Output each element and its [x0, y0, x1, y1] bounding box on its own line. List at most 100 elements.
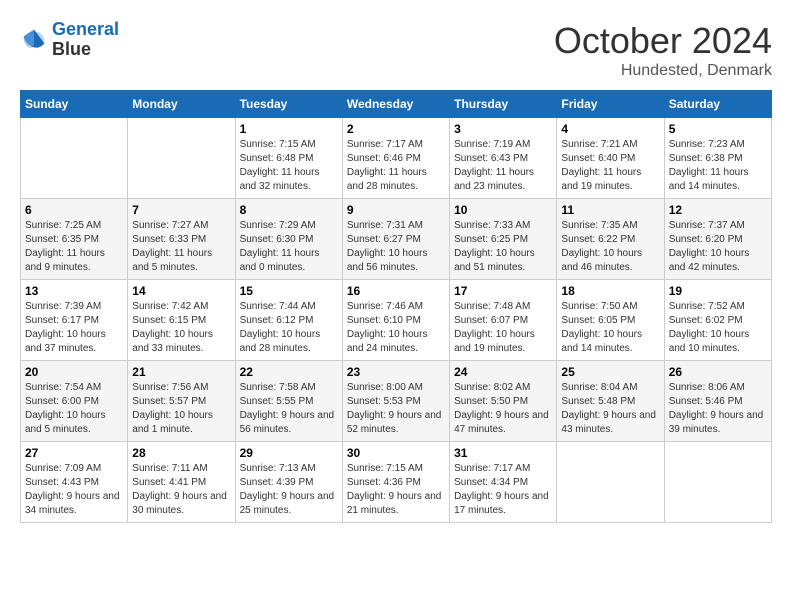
calendar-cell: 22 Sunrise: 7:58 AM Sunset: 5:55 PM Dayli…: [235, 361, 342, 442]
calendar-cell: 11 Sunrise: 7:35 AM Sunset: 6:22 PM Dayli…: [557, 199, 664, 280]
day-info: Sunrise: 7:58 AM Sunset: 5:55 PM Dayligh…: [240, 381, 338, 437]
calendar-cell: 28 Sunrise: 7:11 AM Sunset: 4:41 PM Dayli…: [128, 442, 235, 523]
page-header: General Blue October 2024 Hundested, Den…: [20, 20, 772, 80]
day-number: 18: [561, 284, 659, 298]
calendar-cell: 20 Sunrise: 7:54 AM Sunset: 6:00 PM Dayli…: [21, 361, 128, 442]
day-info: Sunrise: 7:48 AM Sunset: 6:07 PM Dayligh…: [454, 300, 552, 356]
day-number: 16: [347, 284, 445, 298]
day-info: Sunrise: 7:11 AM Sunset: 4:41 PM Dayligh…: [132, 462, 230, 518]
calendar-cell: 4 Sunrise: 7:21 AM Sunset: 6:40 PM Daylig…: [557, 118, 664, 199]
calendar-cell: 9 Sunrise: 7:31 AM Sunset: 6:27 PM Daylig…: [342, 199, 449, 280]
day-info: Sunrise: 7:23 AM Sunset: 6:38 PM Dayligh…: [669, 138, 767, 194]
calendar-cell: 6Sunrise: 7:25 AM Sunset: 6:35 PM Daylig…: [21, 199, 128, 280]
day-info: Sunrise: 7:13 AM Sunset: 4:39 PM Dayligh…: [240, 462, 338, 518]
calendar-cell: [21, 118, 128, 199]
logo: General Blue: [20, 20, 119, 60]
day-number: 3: [454, 122, 552, 136]
month-title: October 2024: [554, 20, 772, 62]
calendar-cell: 30Sunrise: 7:15 AM Sunset: 4:36 PM Dayli…: [342, 442, 449, 523]
day-info: Sunrise: 7:09 AM Sunset: 4:43 PM Dayligh…: [25, 462, 123, 518]
day-number: 14: [132, 284, 230, 298]
calendar-cell: 10 Sunrise: 7:33 AM Sunset: 6:25 PM Dayli…: [450, 199, 557, 280]
day-info: Sunrise: 7:15 AM Sunset: 6:48 PM Dayligh…: [240, 138, 338, 194]
calendar-cell: 29 Sunrise: 7:13 AM Sunset: 4:39 PM Dayli…: [235, 442, 342, 523]
location-subtitle: Hundested, Denmark: [554, 62, 772, 80]
day-number: 28: [132, 446, 230, 460]
calendar-cell: 31Sunrise: 7:17 AM Sunset: 4:34 PM Dayli…: [450, 442, 557, 523]
day-of-week-header: Sunday: [21, 91, 128, 118]
day-number: 24: [454, 365, 552, 379]
day-number: 15: [240, 284, 338, 298]
calendar-cell: 18 Sunrise: 7:50 AM Sunset: 6:05 PM Dayli…: [557, 280, 664, 361]
calendar-cell: 12Sunrise: 7:37 AM Sunset: 6:20 PM Dayli…: [664, 199, 771, 280]
header-row: SundayMondayTuesdayWednesdayThursdayFrid…: [21, 91, 772, 118]
day-info: Sunrise: 7:50 AM Sunset: 6:05 PM Dayligh…: [561, 300, 659, 356]
calendar-cell: [128, 118, 235, 199]
day-info: Sunrise: 7:56 AM Sunset: 5:57 PM Dayligh…: [132, 381, 230, 437]
day-number: 10: [454, 203, 552, 217]
day-info: Sunrise: 7:54 AM Sunset: 6:00 PM Dayligh…: [25, 381, 123, 437]
day-number: 1: [240, 122, 338, 136]
day-number: 20: [25, 365, 123, 379]
day-number: 4: [561, 122, 659, 136]
day-info: Sunrise: 7:31 AM Sunset: 6:27 PM Dayligh…: [347, 219, 445, 275]
day-number: 23: [347, 365, 445, 379]
day-number: 29: [240, 446, 338, 460]
day-info: Sunrise: 8:02 AM Sunset: 5:50 PM Dayligh…: [454, 381, 552, 437]
day-number: 6: [25, 203, 123, 217]
calendar-cell: 13Sunrise: 7:39 AM Sunset: 6:17 PM Dayli…: [21, 280, 128, 361]
day-number: 17: [454, 284, 552, 298]
calendar-cell: 24 Sunrise: 8:02 AM Sunset: 5:50 PM Dayli…: [450, 361, 557, 442]
logo-text: General Blue: [52, 20, 119, 60]
calendar-cell: 8 Sunrise: 7:29 AM Sunset: 6:30 PM Daylig…: [235, 199, 342, 280]
day-number: 25: [561, 365, 659, 379]
calendar-cell: 15 Sunrise: 7:44 AM Sunset: 6:12 PM Dayli…: [235, 280, 342, 361]
title-block: October 2024 Hundested, Denmark: [554, 20, 772, 80]
calendar-cell: 25 Sunrise: 8:04 AM Sunset: 5:48 PM Dayli…: [557, 361, 664, 442]
day-of-week-header: Tuesday: [235, 91, 342, 118]
calendar-cell: 17 Sunrise: 7:48 AM Sunset: 6:07 PM Dayli…: [450, 280, 557, 361]
day-info: Sunrise: 7:21 AM Sunset: 6:40 PM Dayligh…: [561, 138, 659, 194]
calendar-cell: [557, 442, 664, 523]
calendar-week-row: 20 Sunrise: 7:54 AM Sunset: 6:00 PM Dayli…: [21, 361, 772, 442]
day-number: 5: [669, 122, 767, 136]
day-info: Sunrise: 7:29 AM Sunset: 6:30 PM Dayligh…: [240, 219, 338, 275]
day-info: Sunrise: 7:37 AM Sunset: 6:20 PM Dayligh…: [669, 219, 767, 275]
calendar-cell: 19Sunrise: 7:52 AM Sunset: 6:02 PM Dayli…: [664, 280, 771, 361]
day-number: 26: [669, 365, 767, 379]
day-of-week-header: Saturday: [664, 91, 771, 118]
calendar-week-row: 6Sunrise: 7:25 AM Sunset: 6:35 PM Daylig…: [21, 199, 772, 280]
day-info: Sunrise: 8:04 AM Sunset: 5:48 PM Dayligh…: [561, 381, 659, 437]
calendar-cell: 16Sunrise: 7:46 AM Sunset: 6:10 PM Dayli…: [342, 280, 449, 361]
day-number: 11: [561, 203, 659, 217]
day-info: Sunrise: 7:39 AM Sunset: 6:17 PM Dayligh…: [25, 300, 123, 356]
day-info: Sunrise: 8:00 AM Sunset: 5:53 PM Dayligh…: [347, 381, 445, 437]
day-number: 31: [454, 446, 552, 460]
day-info: Sunrise: 7:52 AM Sunset: 6:02 PM Dayligh…: [669, 300, 767, 356]
day-number: 9: [347, 203, 445, 217]
calendar-cell: 23 Sunrise: 8:00 AM Sunset: 5:53 PM Dayli…: [342, 361, 449, 442]
calendar-cell: 21 Sunrise: 7:56 AM Sunset: 5:57 PM Dayli…: [128, 361, 235, 442]
day-info: Sunrise: 7:35 AM Sunset: 6:22 PM Dayligh…: [561, 219, 659, 275]
calendar-header: SundayMondayTuesdayWednesdayThursdayFrid…: [21, 91, 772, 118]
calendar-cell: 26 Sunrise: 8:06 AM Sunset: 5:46 PM Dayli…: [664, 361, 771, 442]
day-info: Sunrise: 7:44 AM Sunset: 6:12 PM Dayligh…: [240, 300, 338, 356]
day-info: Sunrise: 7:42 AM Sunset: 6:15 PM Dayligh…: [132, 300, 230, 356]
calendar-week-row: 13Sunrise: 7:39 AM Sunset: 6:17 PM Dayli…: [21, 280, 772, 361]
calendar-cell: 3Sunrise: 7:19 AM Sunset: 6:43 PM Daylig…: [450, 118, 557, 199]
day-of-week-header: Wednesday: [342, 91, 449, 118]
day-number: 21: [132, 365, 230, 379]
day-info: Sunrise: 7:33 AM Sunset: 6:25 PM Dayligh…: [454, 219, 552, 275]
day-number: 22: [240, 365, 338, 379]
calendar-cell: 14 Sunrise: 7:42 AM Sunset: 6:15 PM Dayli…: [128, 280, 235, 361]
day-info: Sunrise: 8:06 AM Sunset: 5:46 PM Dayligh…: [669, 381, 767, 437]
logo-icon: [20, 26, 48, 54]
day-number: 8: [240, 203, 338, 217]
day-of-week-header: Thursday: [450, 91, 557, 118]
calendar-cell: 5 Sunrise: 7:23 AM Sunset: 6:38 PM Daylig…: [664, 118, 771, 199]
calendar-cell: 27 Sunrise: 7:09 AM Sunset: 4:43 PM Dayli…: [21, 442, 128, 523]
day-number: 27: [25, 446, 123, 460]
calendar-cell: 1 Sunrise: 7:15 AM Sunset: 6:48 PM Daylig…: [235, 118, 342, 199]
calendar-table: SundayMondayTuesdayWednesdayThursdayFrid…: [20, 90, 772, 523]
day-of-week-header: Monday: [128, 91, 235, 118]
